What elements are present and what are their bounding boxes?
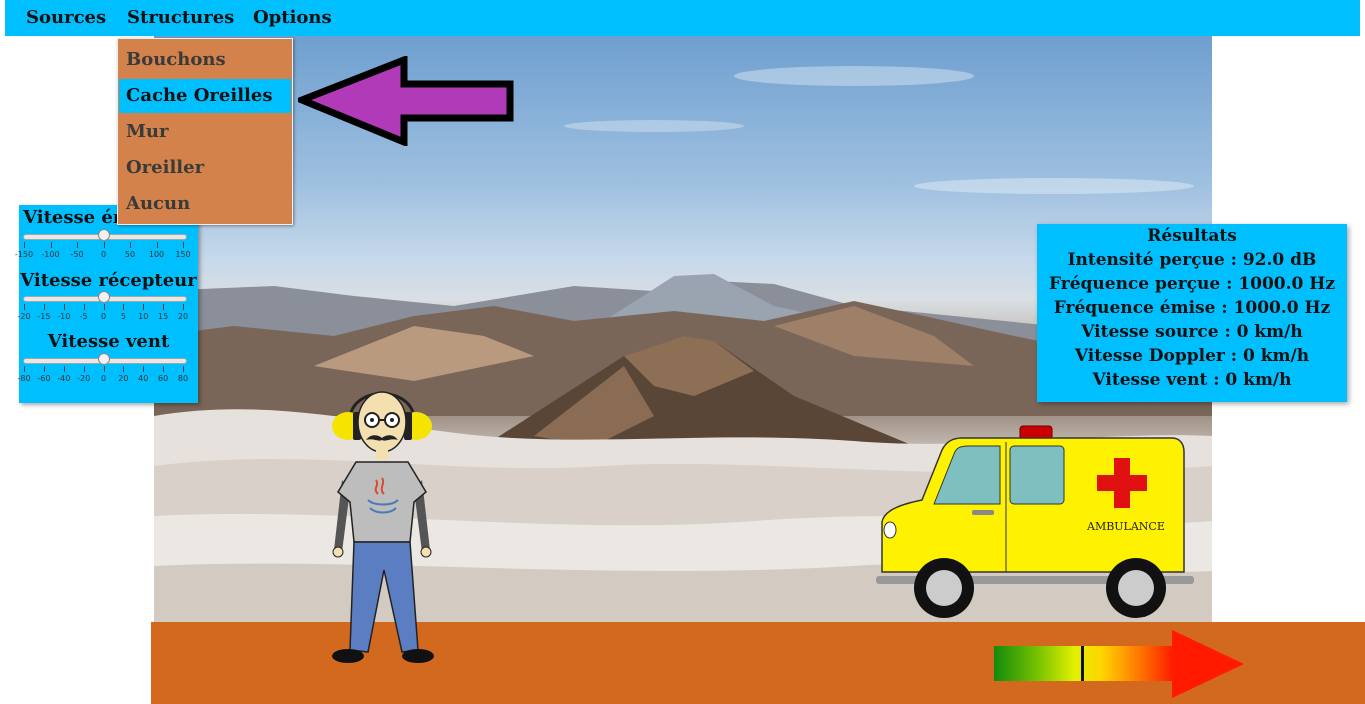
slider-tick-mark [50,242,52,248]
slider-tick-mark [43,366,45,372]
slider-tick-mark [183,304,184,310]
slider-ticks-emetteur: -150 -100 -50 0 50 100 150 [15,242,198,259]
ambulance-vehicle: AMBULANCE [876,425,1194,618]
slider-tick-mark [163,304,165,310]
pointer-arrow-icon [298,56,514,146]
slider-tick-label: 0 [100,312,107,321]
result-vitesse-doppler: Vitesse Doppler : 0 km/h [1074,346,1310,366]
slider-tick-label: 5 [120,312,126,321]
slider-tick-label: -20 [77,374,91,383]
slider-thumb-emetteur[interactable] [98,229,110,241]
slider-tick-label: -60 [37,374,51,383]
slider-tick-mark [24,304,25,310]
slider-label-recepteur: Vitesse récepteur [20,270,197,291]
menu-item-oreiller[interactable]: Oreiller [119,151,291,185]
slider-tick-mark [63,304,65,310]
direction-arrow-icon [1172,630,1244,698]
result-frequence-percue: Fréquence perçue : 1000.0 Hz [1048,274,1336,294]
slider-tick-label: 80 [177,374,189,383]
listener-character [332,391,434,663]
slider-tick-mark [83,366,85,372]
slider-tick-label: -150 [14,250,34,259]
slider-tick-label: -50 [70,250,84,259]
results-panel: Résultats Intensité perçue : 92.0 dB Fré… [1037,224,1347,402]
slider-tick-mark [123,304,125,310]
structures-dropdown: Bouchons Cache Oreilles Mur Oreiller Auc… [117,38,293,225]
ambulance-label: AMBULANCE [1086,520,1165,533]
slider-tick-label: 60 [158,374,169,383]
slider-tick-label: 0 [100,374,107,383]
slider-tick-mark [143,366,145,372]
slider-tick-label: 10 [138,312,149,321]
slider-tick-label: -80 [17,374,31,383]
slider-tick-label: -40 [57,374,71,383]
result-vitesse-vent: Vitesse vent : 0 km/h [1092,370,1292,390]
slider-tick-label: -15 [37,312,51,321]
slider-tick-mark [63,366,65,372]
slider-tick-label: -10 [57,312,71,321]
menu-item-bouchons[interactable]: Bouchons [119,43,291,77]
menu-item-cache-oreilles[interactable]: Cache Oreilles [119,79,291,113]
slider-ticks-recepteur: -20 -15 -10 -5 0 5 10 15 20 [17,304,198,321]
slider-tick-label: -20 [17,312,31,321]
slider-tick-mark [43,304,45,310]
result-intensite: Intensité perçue : 92.0 dB [1067,250,1317,270]
slider-ticks-vent: -80 -60 -40 -20 0 20 40 60 80 [17,366,198,383]
slider-label-vent: Vitesse vent [47,331,170,352]
slider-tick-mark [103,366,105,372]
slider-tick-mark [77,242,78,248]
slider-tick-mark [183,242,184,248]
slider-thumb-recepteur[interactable] [98,291,110,303]
slider-tick-mark [103,242,105,248]
slider-tick-label: 0 [100,250,107,259]
slider-tick-label: 20 [118,374,129,383]
slider-tick-label: 40 [138,374,149,383]
slider-tick-label: -100 [41,250,60,259]
slider-thumb-vent[interactable] [98,353,110,365]
menu-item-aucun[interactable]: Aucun [119,187,291,221]
slider-tick-label: 100 [148,250,165,259]
slider-tick-mark [156,242,158,248]
slider-tick-mark [163,366,165,372]
slider-tick-label: 50 [124,250,136,259]
speed-sliders-panel: Vitesse émetteur -150 -100 -50 0 50 100 150 Vi… [15,205,198,403]
result-vitesse-source: Vitesse source : 0 km/h [1081,322,1303,342]
menu-item-mur[interactable]: Mur [119,115,291,149]
slider-tick-mark [83,304,85,310]
menu-structures[interactable]: Structures [127,7,234,28]
slider-tick-mark [183,366,184,372]
slider-tick-mark [143,304,145,310]
slider-tick-label: -5 [79,312,88,321]
slider-tick-mark [130,242,131,248]
menu-options[interactable]: Options [253,7,332,28]
result-frequence-emise: Fréquence émise : 1000.0 Hz [1053,298,1331,318]
menu-bar: Sources Structures Options [5,0,1360,36]
slider-tick-label: 150 [175,250,191,259]
slider-tick-mark [24,242,25,248]
slider-tick-mark [103,304,105,310]
gauge-marker [1081,646,1085,681]
slider-tick-mark [24,366,25,372]
slider-tick-label: 20 [177,312,189,321]
results-title: Résultats [1147,226,1237,246]
slider-tick-mark [123,366,125,372]
menu-sources[interactable]: Sources [26,7,106,28]
slider-tick-label: 15 [158,312,169,321]
